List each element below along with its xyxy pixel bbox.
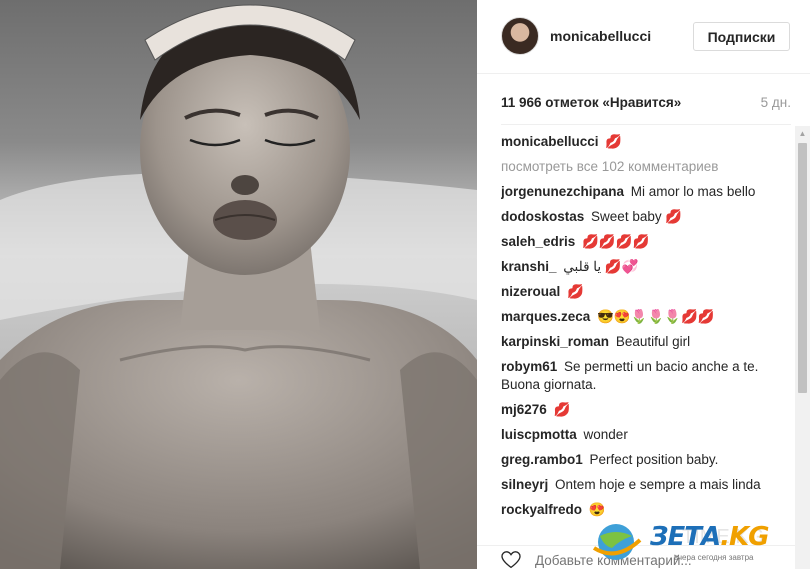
post-photo[interactable] (0, 0, 477, 569)
watermark-tagline: вчера сегодня завтра (674, 553, 754, 562)
comment-text: 💋 (567, 284, 584, 299)
globe-logo-icon (592, 524, 642, 560)
follow-button[interactable]: Подписки (693, 22, 790, 51)
list-item: marques.zeca 😎😍🌷🌷🌷💋💋 (501, 308, 789, 326)
comments-list: monicabellucci 💋 посмотреть все 102 комм… (501, 133, 789, 533)
list-item: saleh_edris 💋💋💋💋 (501, 233, 789, 251)
caption-text: 💋 (605, 134, 623, 149)
comment-text: 😎😍🌷🌷🌷💋💋 (597, 309, 715, 324)
avatar[interactable] (501, 17, 539, 55)
comment-text: 💋💋💋💋 (582, 234, 650, 249)
list-item: silneyrj Ontem hoje e sempre a mais lind… (501, 476, 789, 494)
list-item: robym61 Se permetti un bacio anche a te.… (501, 358, 789, 393)
comment-username[interactable]: marques.zeca (501, 309, 590, 324)
post-header: monicabellucci Подписки (477, 0, 810, 74)
divider (501, 124, 791, 125)
list-item: kranshi_ يا قلبي 💋💞 (501, 258, 789, 276)
list-item: mj6276 💋 (501, 401, 789, 419)
watermark-brand: ЗЕТА.KG (650, 522, 769, 552)
likes-count[interactable]: 11 966 отметок «Нравится» (501, 95, 681, 110)
comment-text: Mi amor lo mas bello (630, 184, 756, 199)
photo-illustration (0, 0, 477, 569)
post-date[interactable]: 5 дн. (761, 95, 791, 110)
comment-username[interactable]: saleh_edris (501, 234, 575, 249)
watermark-tld: .KG (720, 522, 769, 552)
comment-username[interactable]: robym61 (501, 359, 557, 374)
comment-username[interactable]: rockyalfredo (501, 502, 582, 517)
comment-username[interactable]: luiscpmotta (501, 427, 577, 442)
comment-username[interactable]: greg.rambo1 (501, 452, 583, 467)
list-item: greg.rambo1 Perfect position baby. (501, 451, 789, 469)
caption-username[interactable]: monicabellucci (501, 134, 599, 149)
comment-username[interactable]: dodoskostas (501, 209, 584, 224)
watermark-logo: ЗЕТА.KG вчера сегодня завтра (590, 518, 810, 569)
comment-text: Beautiful girl (615, 334, 691, 349)
scroll-up-arrow-icon[interactable]: ▲ (795, 126, 810, 140)
watermark-brand-name: ЗЕТА (650, 522, 721, 552)
comments-scrollbar[interactable]: ▲ (795, 126, 810, 569)
scroll-thumb[interactable] (798, 143, 807, 393)
comment-text: 😍 (588, 501, 606, 517)
list-item: luiscpmotta wonder (501, 426, 789, 444)
comment-text: Sweet baby 💋 (591, 209, 683, 224)
author-username[interactable]: monicabellucci (550, 28, 651, 44)
list-item: dodoskostas Sweet baby 💋 (501, 208, 789, 226)
list-item: rockyalfredo 😍 (501, 501, 789, 519)
caption: monicabellucci 💋 (501, 133, 789, 151)
comment-username[interactable]: nizeroual (501, 284, 560, 299)
comment-username[interactable]: jorgenunezchipana (501, 184, 624, 199)
comment-username[interactable]: kranshi_ (501, 259, 557, 274)
comment-text: wonder (583, 426, 628, 442)
comment-text: يا قلبي 💋💞 (563, 259, 639, 274)
post-sidebar: monicabellucci Подписки 11 966 отметок «… (477, 0, 810, 569)
comment-text: 💋 (553, 401, 571, 417)
likes-row: 11 966 отметок «Нравится» 5 дн. (501, 95, 791, 115)
list-item: jorgenunezchipana Mi amor lo mas bello (501, 183, 789, 201)
comment-username[interactable]: karpinski_roman (501, 334, 609, 349)
comment-username[interactable]: silneyrj (501, 477, 548, 492)
heart-outline-icon[interactable] (501, 551, 521, 569)
comment-text: Perfect position baby. (589, 451, 719, 467)
view-all-comments-link[interactable]: посмотреть все 102 комментариев (501, 158, 789, 176)
comment-username[interactable]: mj6276 (501, 402, 547, 417)
list-item: nizeroual 💋 (501, 283, 789, 301)
comment-text: Ontem hoje e sempre a mais linda (555, 476, 761, 492)
list-item: karpinski_roman Beautiful girl (501, 333, 789, 351)
